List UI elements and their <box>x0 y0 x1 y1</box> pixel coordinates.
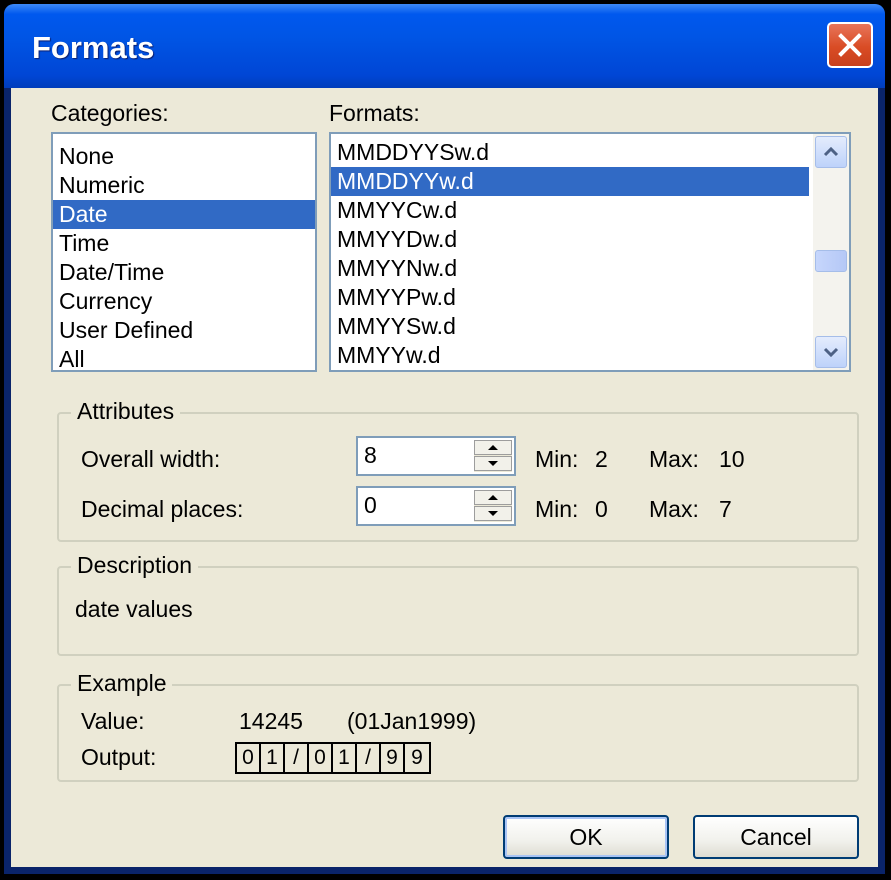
decimal-places-value[interactable]: 0 <box>364 492 377 519</box>
format-item-selected[interactable]: MMDDYYw.d <box>331 167 809 196</box>
overall-width-spin-buttons <box>474 440 512 472</box>
scroll-down-button[interactable] <box>815 336 847 368</box>
categories-label: Categories: <box>51 100 169 126</box>
decimal-places-max-value: 7 <box>719 496 732 522</box>
attributes-group: Attributes Overall width: 8 Min: 2 Max: … <box>57 398 859 542</box>
cancel-button[interactable]: Cancel <box>693 815 859 859</box>
caret-up-icon <box>488 445 498 450</box>
scroll-thumb[interactable] <box>815 250 847 272</box>
formats-scrollbar[interactable] <box>813 134 849 370</box>
overall-width-min-value: 2 <box>595 446 608 472</box>
category-item[interactable]: Time <box>53 229 315 258</box>
category-item[interactable]: User Defined <box>53 316 315 345</box>
output-cell: 9 <box>381 744 405 772</box>
decimal-places-min-label: Min: <box>535 496 579 522</box>
attributes-title: Attributes <box>71 398 181 425</box>
decimal-places-increment[interactable] <box>474 490 512 505</box>
decimal-places-min-value: 0 <box>595 496 608 522</box>
category-item[interactable]: None <box>53 142 315 171</box>
format-item[interactable]: MMYYPw.d <box>331 283 809 312</box>
chevron-up-icon <box>823 147 839 157</box>
format-item[interactable]: MMYYw.d <box>331 341 809 370</box>
overall-width-increment[interactable] <box>474 440 512 455</box>
ok-button[interactable]: OK <box>503 815 669 859</box>
example-value-label: Value: <box>81 708 145 734</box>
overall-width-label: Overall width: <box>81 446 221 472</box>
format-item[interactable]: MMYYCw.d <box>331 196 809 225</box>
overall-width-min-label: Min: <box>535 446 579 472</box>
category-item[interactable]: Currency <box>53 287 315 316</box>
decimal-places-max-label: Max: <box>649 496 699 522</box>
output-cell: / <box>357 744 381 772</box>
description-text: date values <box>75 596 193 622</box>
output-cell: 0 <box>237 744 261 772</box>
formats-dialog: Formats Categories: None Numeric Date Ti… <box>4 4 885 874</box>
description-title: Description <box>71 552 199 579</box>
decimal-places-spin-buttons <box>474 490 512 522</box>
category-item[interactable]: All <box>53 345 315 370</box>
output-cell: 0 <box>309 744 333 772</box>
description-group: Description date values <box>57 552 859 656</box>
categories-listbox[interactable]: None Numeric Date Time Date/Time Currenc… <box>51 132 317 372</box>
overall-width-spinner[interactable]: 8 <box>356 436 516 476</box>
caret-up-icon <box>488 495 498 500</box>
format-item[interactable]: MMDDYYSw.d <box>331 138 809 167</box>
caret-down-icon <box>488 461 498 466</box>
decimal-places-spinner[interactable]: 0 <box>356 486 516 526</box>
output-cell: 1 <box>333 744 357 772</box>
output-cell: 9 <box>411 746 423 769</box>
format-item[interactable]: MMYYNw.d <box>331 254 809 283</box>
dialog-client-area: Categories: None Numeric Date Time Date/… <box>11 88 878 867</box>
example-value-date: (01Jan1999) <box>347 708 477 734</box>
output-cell: 1 <box>261 744 285 772</box>
close-icon <box>838 33 862 57</box>
overall-width-value[interactable]: 8 <box>364 442 377 469</box>
example-output-cells: 0 1 / 0 1 / 9 9 <box>235 742 431 774</box>
format-item[interactable]: MMYYDw.d <box>331 225 809 254</box>
title-bar[interactable]: Formats <box>4 4 885 88</box>
formats-label: Formats: <box>329 100 420 126</box>
overall-width-max-value: 10 <box>719 446 745 472</box>
overall-width-decrement[interactable] <box>474 456 512 471</box>
format-item[interactable]: MMYYSw.d <box>331 312 809 341</box>
example-value: 14245 <box>239 708 303 734</box>
caret-down-icon <box>488 511 498 516</box>
scroll-up-button[interactable] <box>815 136 847 168</box>
window-title: Formats <box>32 30 155 65</box>
example-output-label: Output: <box>81 744 157 770</box>
formats-listbox[interactable]: MMDDYYSw.d MMDDYYw.d MMYYCw.d MMYYDw.d M… <box>329 132 851 372</box>
output-cell: / <box>285 744 309 772</box>
category-item[interactable]: Numeric <box>53 171 315 200</box>
chevron-down-icon <box>823 347 839 357</box>
example-group: Example Value: 14245 (01Jan1999) Output:… <box>57 670 859 782</box>
overall-width-max-label: Max: <box>649 446 699 472</box>
decimal-places-label: Decimal places: <box>81 496 244 522</box>
category-item[interactable]: Date/Time <box>53 258 315 287</box>
decimal-places-decrement[interactable] <box>474 506 512 521</box>
example-title: Example <box>71 670 173 697</box>
category-item-selected[interactable]: Date <box>53 200 315 229</box>
close-button[interactable] <box>827 22 873 68</box>
